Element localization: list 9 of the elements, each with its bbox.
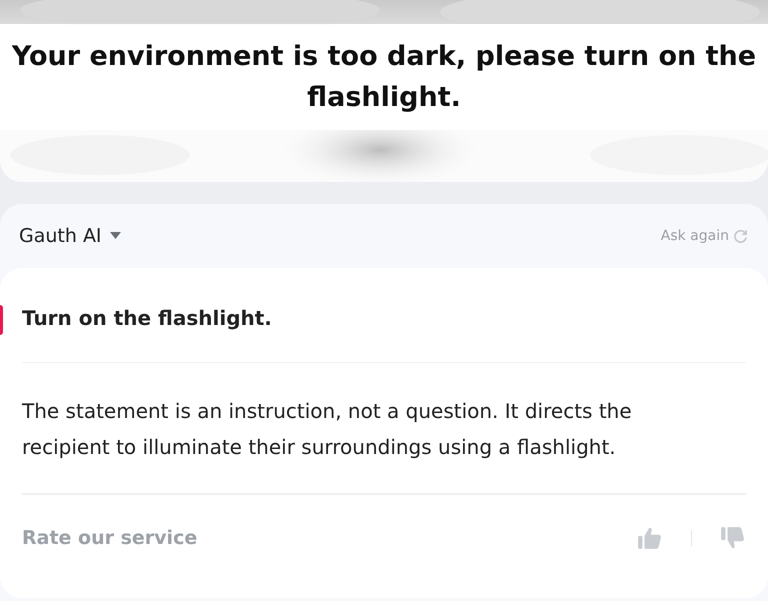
rate-label: Rate our service bbox=[22, 527, 198, 549]
notice-text: Your environment is too dark, please turn on the flashlight. bbox=[10, 40, 758, 115]
model-selector[interactable]: Gauth AI bbox=[19, 225, 121, 247]
answer-text: The statement is an instruction, not a question. It directs the recipient to illuminate their surroundings using a flashlight. bbox=[22, 363, 746, 495]
question-text: Turn on the flashlight. bbox=[22, 268, 746, 363]
caret-icon bbox=[110, 232, 121, 240]
thumbs-up-icon[interactable] bbox=[637, 525, 663, 551]
thumbs-down-icon[interactable] bbox=[720, 525, 746, 551]
refresh-icon bbox=[733, 228, 748, 244]
